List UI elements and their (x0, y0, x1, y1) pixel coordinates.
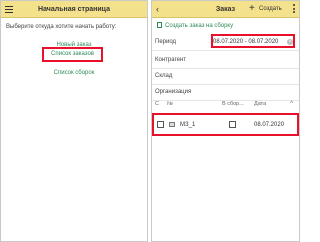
header-bar: Начальная страница (1, 1, 147, 18)
plus-icon[interactable]: + (249, 2, 255, 16)
column-header-number[interactable]: № (167, 101, 173, 108)
more-vertical-icon[interactable] (293, 4, 296, 15)
table-row[interactable]: МЗ_1 08.07.2020 (152, 113, 299, 136)
create-assembly-order-link[interactable]: Создать заказ на сборку (157, 22, 233, 30)
order-date: 08.07.2020 (254, 122, 285, 128)
row-select-checkbox[interactable] (157, 121, 164, 128)
sort-icon[interactable]: ^ (290, 100, 293, 108)
table-header: С № В сбор... Дата ^ (152, 99, 299, 110)
create-button[interactable]: Создать (259, 1, 282, 18)
organization-label: Организация (155, 89, 192, 95)
header-bar: ‹ Заказ + Создать (152, 1, 299, 18)
column-header-assembly[interactable]: В сбор... (222, 101, 244, 108)
period-highlight (211, 34, 295, 48)
in-assembly-checkbox[interactable] (229, 121, 236, 128)
period-label: Период (155, 39, 177, 45)
order-list-highlight: Список заказов (42, 47, 103, 62)
column-header-c[interactable]: С (155, 101, 159, 108)
assembly-list-link[interactable]: Список сборок (1, 69, 147, 78)
start-prompt: Выберите откуда хотите начать работу: (6, 24, 117, 30)
status-icon (169, 122, 175, 127)
contractor-label: Контрагент (155, 57, 187, 63)
document-icon (157, 22, 162, 28)
order-list-link[interactable]: Список заказов (44, 49, 101, 60)
warehouse-label: Склад (155, 73, 173, 79)
column-header-date[interactable]: Дата (254, 101, 266, 108)
page-title: Начальная страница (38, 6, 110, 13)
create-assembly-order-label: Создать заказ на сборку (165, 23, 234, 29)
order-list-screen: ‹ Заказ + Создать Создать заказ на сборк… (151, 0, 300, 242)
home-screen: Начальная страница Выберите откуда хотит… (0, 0, 148, 242)
order-number: МЗ_1 (180, 122, 196, 128)
